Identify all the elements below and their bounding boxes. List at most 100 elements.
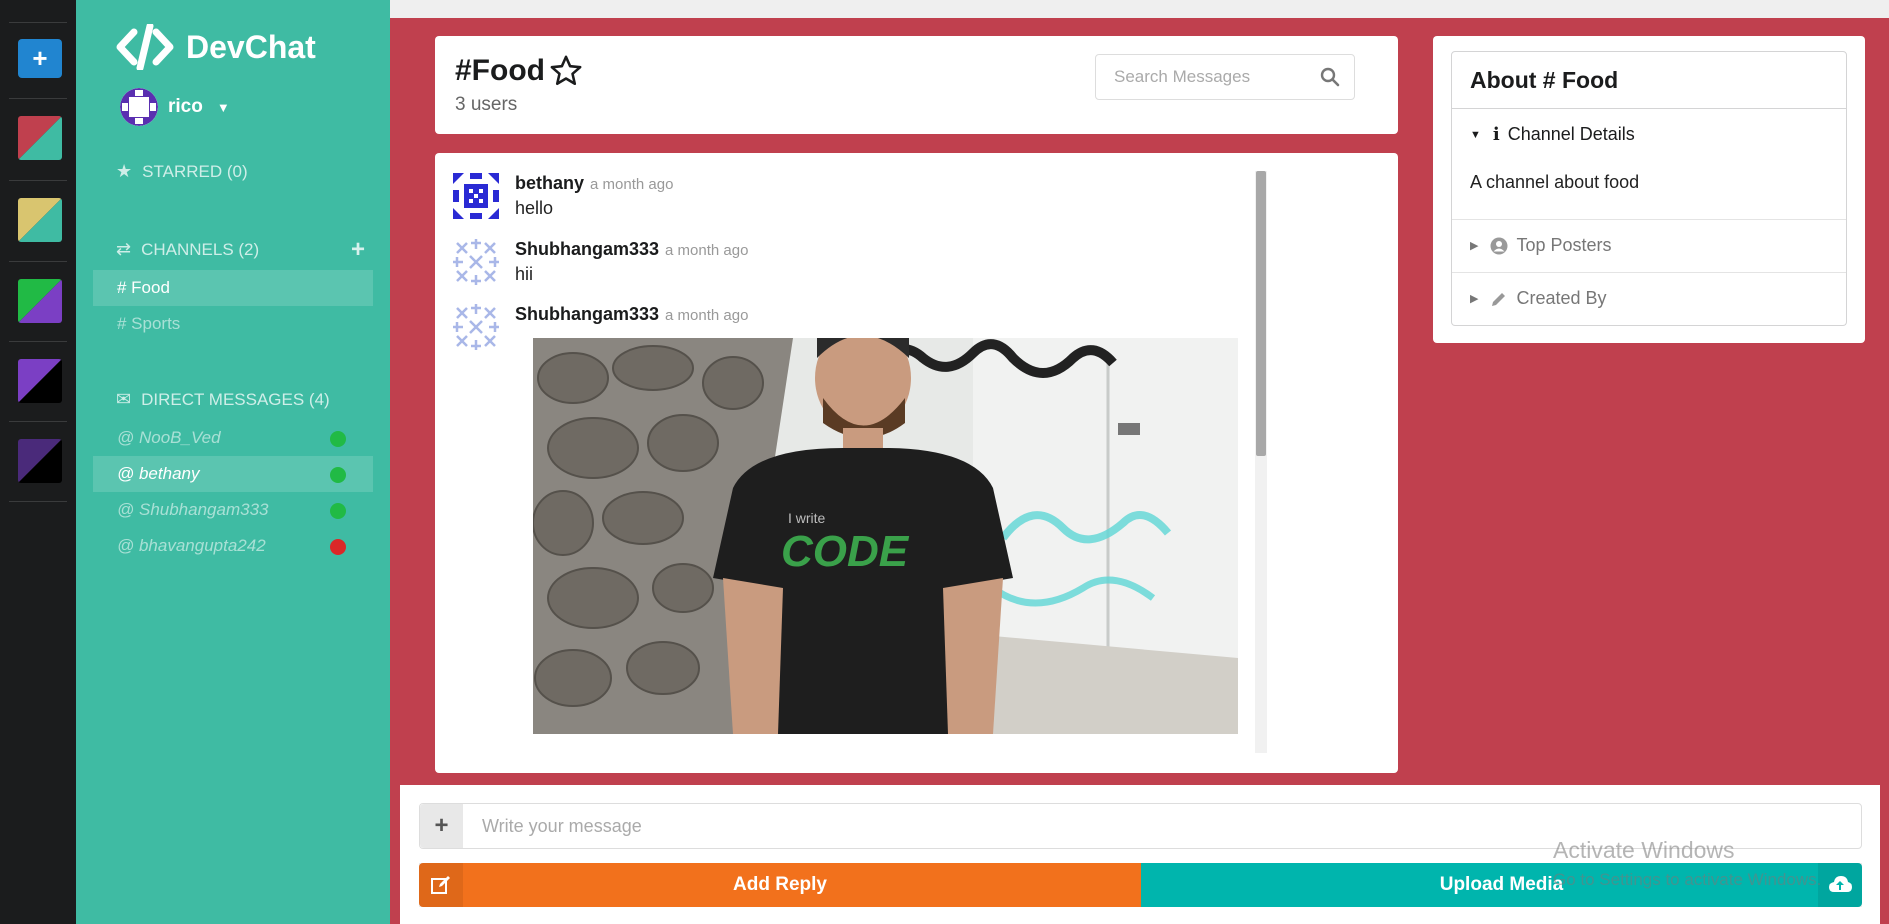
channels-label: CHANNELS (2) <box>141 239 260 259</box>
shirt-text-small: I write <box>788 510 826 526</box>
author-name: bethany <box>515 173 585 193</box>
star-outline-icon[interactable] <box>549 54 583 88</box>
code-icon <box>116 24 174 70</box>
divider <box>9 98 67 99</box>
divider <box>9 421 67 422</box>
divider <box>9 341 67 342</box>
starred-section: ★ STARRED (0) <box>116 161 386 182</box>
dm-label: @ bhavangupta242 <box>117 536 266 555</box>
star-icon: ★ <box>116 161 133 181</box>
search-icon <box>1320 67 1340 87</box>
channel-accordion: ▼ i Channel Details A channel about food… <box>1451 109 1847 326</box>
dm-item[interactable]: @ NooB_Ved <box>93 420 373 456</box>
photo-man-tshirt: I write CODE <box>533 338 1238 734</box>
dm-section: ✉ DIRECT MESSAGES (4) <box>116 389 386 410</box>
color-swatch[interactable] <box>18 359 62 403</box>
dm-label: @ NooB_Ved <box>117 428 221 447</box>
author-name: Shubhangam333 <box>515 304 660 324</box>
online-status-dot <box>330 467 346 483</box>
user-count: 3 users <box>455 94 518 115</box>
caret-down-icon: ▼ <box>1470 128 1481 141</box>
dm-item[interactable]: @ bhavangupta242 <box>93 528 373 564</box>
message-time: a month ago <box>590 176 674 193</box>
accordion-label: Created By <box>1516 288 1607 308</box>
author-name: Shubhangam333 <box>515 239 660 259</box>
dm-item[interactable]: @ bethany <box>93 456 373 492</box>
divider <box>1452 219 1846 220</box>
user-menu[interactable]: rico ▼ <box>120 88 230 126</box>
accordion-channel-details[interactable]: ▼ i Channel Details <box>1470 124 1635 145</box>
channel-name: #Food <box>455 54 545 87</box>
color-swatch[interactable] <box>18 198 62 242</box>
caret-right-icon: ▶ <box>1470 293 1479 305</box>
dm-item[interactable]: @ Shubhangam333 <box>93 492 373 528</box>
scrollbar-thumb[interactable] <box>1256 171 1266 456</box>
edit-icon <box>431 876 450 894</box>
add-channel-icon[interactable]: + <box>351 236 365 264</box>
color-swatch[interactable] <box>18 116 62 160</box>
upload-icon-box <box>1818 863 1862 907</box>
starred-label: STARRED (0) <box>142 161 248 181</box>
dm-label: @ Shubhangam333 <box>117 500 269 519</box>
messages-header: #Food 3 users <box>435 36 1398 134</box>
app-logo: DevChat <box>116 24 316 70</box>
about-panel: About # Food ▼ i Channel Details A chann… <box>1433 36 1865 343</box>
avatar <box>453 239 499 285</box>
user-name: rico <box>168 96 203 117</box>
top-strip <box>390 0 1889 18</box>
exchange-icon: ⇄ <box>116 239 132 259</box>
message-author: bethany a month ago <box>515 173 673 194</box>
search-input[interactable] <box>1114 55 1314 99</box>
accordion-created-by[interactable]: ▶ Created By <box>1470 288 1607 309</box>
online-status-dot <box>330 431 346 447</box>
avatar <box>453 173 499 219</box>
reply-label: Add Reply <box>733 874 827 895</box>
about-title: About # Food <box>1451 51 1847 109</box>
accordion-top-posters[interactable]: ▶ Top Posters <box>1470 235 1612 256</box>
chevron-down-icon[interactable]: ▼ <box>217 100 230 115</box>
message-image[interactable]: I write CODE <box>533 338 1238 734</box>
add-icon[interactable]: + <box>420 804 463 848</box>
pencil-icon <box>1492 292 1506 306</box>
channel-description: A channel about food <box>1470 172 1640 192</box>
message-time: a month ago <box>665 242 749 259</box>
search-box <box>1095 54 1355 100</box>
info-icon: i <box>1492 124 1500 145</box>
color-swatch[interactable] <box>18 439 62 483</box>
color-swatch[interactable] <box>18 279 62 323</box>
app-name: DevChat <box>186 28 316 65</box>
side-panel: DevChat rico ▼ ★ STARRED (0) ⇄ CHANNELS … <box>76 0 390 924</box>
message-author: Shubhangam333 a month ago <box>515 304 748 325</box>
avatar <box>453 304 499 350</box>
color-panel: + <box>0 0 76 924</box>
user-circle-icon <box>1490 237 1508 254</box>
add-color-button[interactable]: + <box>18 39 62 78</box>
accordion-label: Top Posters <box>1516 235 1612 255</box>
upload-label: Upload Media <box>1439 874 1564 895</box>
online-status-dot <box>330 503 346 519</box>
avatar <box>120 88 158 126</box>
dm-label: @ bethany <box>117 464 200 483</box>
channel-item[interactable]: # Food <box>93 270 373 306</box>
message-author: Shubhangam333 a month ago <box>515 239 748 260</box>
channels-section: ⇄ CHANNELS (2) + <box>116 236 386 263</box>
channel-title: #Food <box>455 54 583 88</box>
mail-icon: ✉ <box>116 389 132 409</box>
divider <box>9 501 67 502</box>
offline-status-dot <box>330 539 346 555</box>
watermark-subtitle: Go to Settings to activate Windows. <box>1553 870 1822 889</box>
scrollbar[interactable] <box>1255 171 1267 753</box>
divider <box>1452 272 1846 273</box>
edit-icon-box <box>419 863 463 907</box>
message-text: hii <box>515 264 534 284</box>
messages-panel: bethany a month ago hello Shubhangam333 a … <box>435 153 1398 773</box>
message-text: hello <box>515 198 554 218</box>
add-reply-button[interactable]: Add Reply <box>419 863 1141 907</box>
windows-activation-watermark: Activate Windows Go to Settings to activ… <box>1553 837 1821 890</box>
divider <box>9 180 67 181</box>
watermark-title: Activate Windows <box>1553 837 1735 863</box>
cloud-upload-icon <box>1829 876 1852 892</box>
channel-item[interactable]: # Sports <box>93 306 373 342</box>
divider <box>9 261 67 262</box>
dm-label: DIRECT MESSAGES (4) <box>141 389 330 409</box>
